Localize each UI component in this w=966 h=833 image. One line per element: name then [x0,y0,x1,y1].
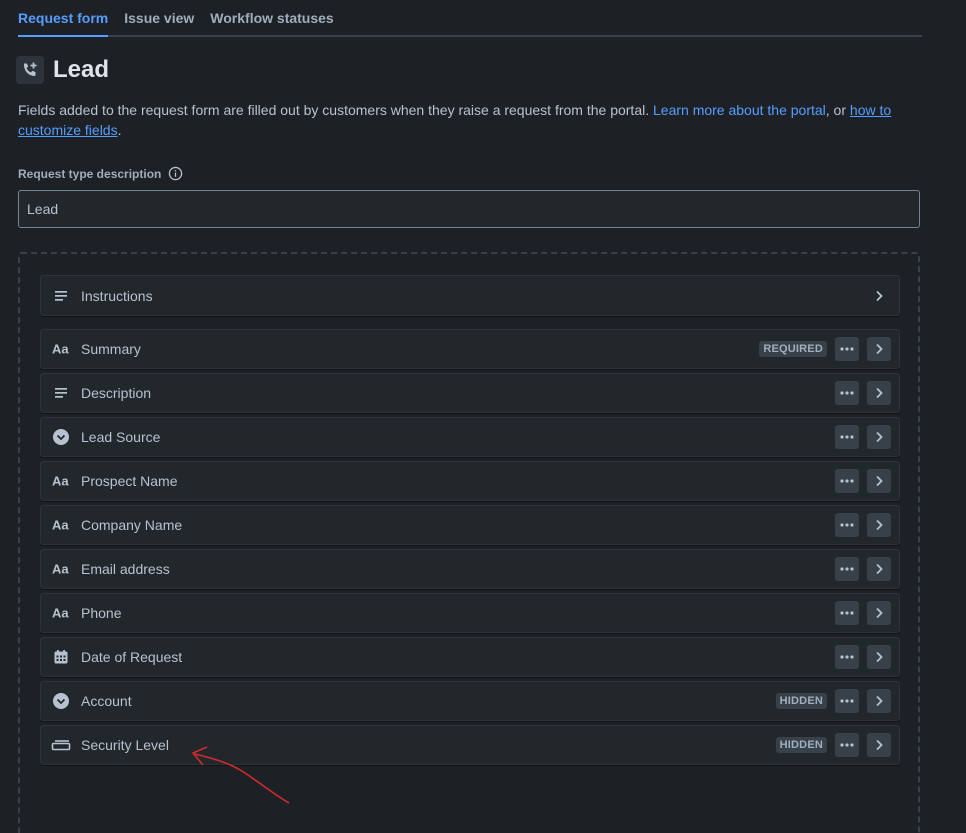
more-options-button[interactable] [835,557,859,581]
intro-text-body: Fields added to the request form are fil… [18,102,653,118]
svg-text:Aa: Aa [52,562,69,576]
field-row-phone[interactable]: Aa Phone [40,593,900,633]
learn-more-portal-link[interactable]: Learn more about the portal [653,102,826,118]
expand-field-button[interactable] [867,645,891,669]
expand-field-button[interactable] [867,469,891,493]
svg-text:Aa: Aa [52,606,69,620]
annotation-arrow-icon [191,746,290,804]
more-options-button[interactable] [835,645,859,669]
hidden-badge: HIDDEN [775,737,827,753]
field-row-date-of-request[interactable]: Date of Request [40,637,900,677]
more-options-button[interactable] [835,337,859,361]
description-label-text: Request type description [18,166,162,181]
select-icon [41,681,81,721]
select-icon [41,417,81,457]
tab-workflow-statuses[interactable]: Workflow statuses [210,10,333,35]
security-level-icon [41,725,81,765]
field-row-prospect-name[interactable]: Aa Prospect Name [40,461,900,501]
instructions-label: Instructions [81,287,153,304]
field-row-company-name[interactable]: Aa Company Name [40,505,900,545]
field-row-summary[interactable]: Aa Summary REQUIRED [40,329,900,369]
phone-plus-icon[interactable] [16,56,44,84]
field-row-email-address[interactable]: Aa Email address [40,549,900,589]
intro-text-separator: , or [825,102,850,118]
field-label: Lead Source [81,429,161,445]
lines-icon [41,373,81,413]
expand-field-button[interactable] [867,689,891,713]
text-aa-icon: Aa [41,329,81,369]
description-input[interactable] [18,190,920,228]
field-row-lead-source[interactable]: Lead Source [40,417,900,457]
hidden-badge: HIDDEN [775,693,827,709]
field-label: Description [81,385,152,401]
calendar-icon [41,637,81,677]
tab-bar: Request form Issue view Workflow statuse… [18,0,922,37]
description-label: Request type description [18,166,183,181]
text-aa-icon: Aa [41,505,81,545]
field-row-description[interactable]: Description [40,373,900,413]
more-options-button[interactable] [835,689,859,713]
more-options-button[interactable] [835,469,859,493]
text-aa-icon: Aa [41,593,81,633]
field-label: Account [81,693,132,709]
svg-text:Aa: Aa [52,518,69,532]
lines-icon [41,276,81,316]
field-label: Email address [81,561,170,577]
text-aa-icon: Aa [41,549,81,589]
field-label: Company Name [81,517,183,533]
required-badge: REQUIRED [759,341,827,357]
instructions-row[interactable]: Instructions [40,275,900,316]
svg-text:Aa: Aa [52,474,69,488]
page-header: Lead [16,55,109,85]
field-row-account[interactable]: Account HIDDEN [40,681,900,721]
field-label: Date of Request [81,649,183,665]
text-aa-icon: Aa [41,461,81,501]
expand-field-button[interactable] [867,733,891,757]
request-type-config-page: Request form Issue view Workflow statuse… [0,0,966,833]
more-options-button[interactable] [835,381,859,405]
intro-text-end: . [117,122,122,138]
expand-field-button[interactable] [867,513,891,537]
expand-field-button[interactable] [867,557,891,581]
intro-text: Fields added to the request form are fil… [18,100,918,140]
more-options-button[interactable] [835,425,859,449]
more-options-button[interactable] [835,513,859,537]
tab-request-form[interactable]: Request form [18,10,109,37]
expand-field-button[interactable] [867,337,891,361]
svg-text:Aa: Aa [52,342,69,356]
more-options-button[interactable] [835,601,859,625]
field-label: Prospect Name [81,473,178,489]
field-label: Summary [81,341,141,357]
chevron-right-icon[interactable] [867,284,891,308]
more-options-button[interactable] [835,733,859,757]
expand-field-button[interactable] [867,381,891,405]
expand-field-button[interactable] [867,425,891,449]
field-row-security-level[interactable]: Security Level HIDDEN [40,725,900,765]
info-icon[interactable] [168,166,183,181]
tab-issue-view[interactable]: Issue view [124,10,194,35]
page-title: Lead [53,56,110,83]
expand-field-button[interactable] [867,601,891,625]
field-label: Phone [81,605,122,621]
